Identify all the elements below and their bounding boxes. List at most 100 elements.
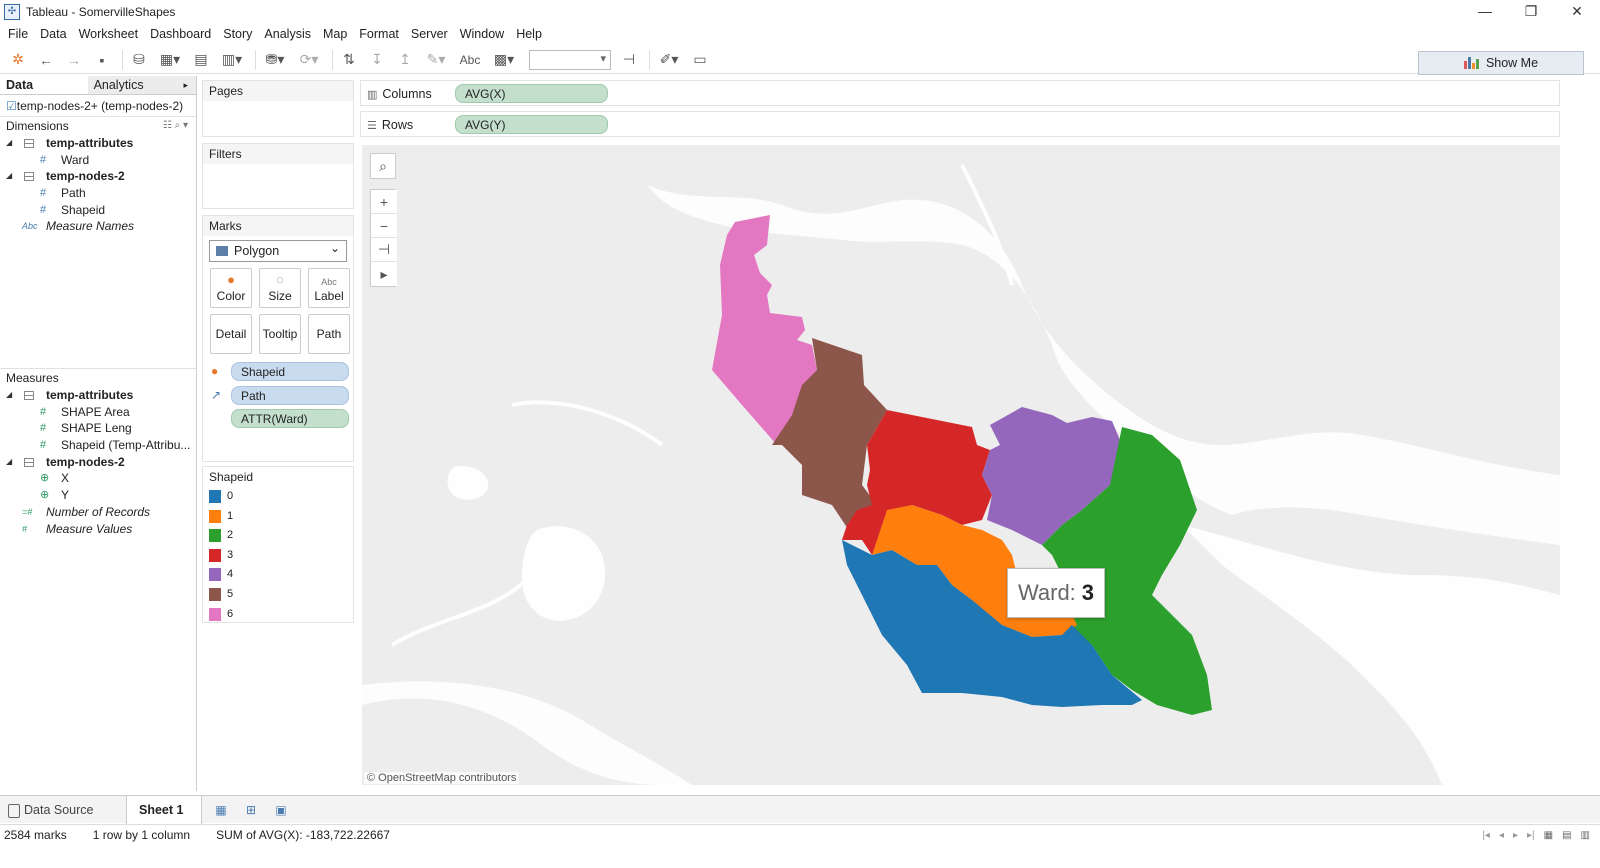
pause-updates-icon[interactable]: ⛃▾ <box>260 49 290 71</box>
dimension-field[interactable]: # Ward <box>0 152 196 169</box>
presentation-mode-icon[interactable]: ▭ <box>688 49 712 71</box>
fix-axes-icon[interactable]: ⊣ <box>617 49 641 71</box>
color-button[interactable]: ● Color <box>210 268 252 308</box>
legend-item[interactable]: 6 <box>203 605 353 625</box>
close-button[interactable]: ✕ <box>1554 0 1600 22</box>
zoom-in-icon[interactable]: + <box>371 190 397 214</box>
avg-y-pill[interactable]: AVG(Y) <box>455 115 608 134</box>
fit-view-icon[interactable]: ▩▾ <box>489 49 519 71</box>
new-worksheet-icon[interactable]: ▦▾ <box>155 49 185 71</box>
expand-tools-icon[interactable]: ▸ <box>371 262 397 286</box>
filters-card[interactable]: Filters <box>202 143 354 209</box>
zoom-out-icon[interactable]: − <box>371 214 397 238</box>
fit-select[interactable] <box>529 49 611 70</box>
refresh-icon[interactable]: ⟳▾ <box>294 49 324 71</box>
clear-sheet-icon[interactable]: ▥▾ <box>217 49 247 71</box>
measure-field[interactable]: # Measure Values <box>0 521 197 538</box>
measure-field[interactable]: =# Number of Records <box>0 504 197 521</box>
pages-card[interactable]: Pages <box>202 80 354 137</box>
tab-data-source[interactable]: Data Source <box>0 796 126 824</box>
save-icon[interactable]: ▪ <box>90 49 114 71</box>
measure-field[interactable]: ⊕ Y <box>0 487 197 504</box>
prev-sheet-icon[interactable]: ◂ <box>1499 830 1504 841</box>
menu-worksheet[interactable]: Worksheet <box>79 27 139 41</box>
legend-item[interactable]: 0 <box>203 487 353 507</box>
map-view[interactable]: ⌕ + − ⊣ ▸ Ward: 3 © OpenStreetMap contri… <box>362 145 1560 785</box>
legend-item[interactable]: 3 <box>203 546 353 566</box>
menu-format[interactable]: Format <box>359 27 399 41</box>
dimension-group[interactable]: ◢ temp-attributes <box>0 135 196 152</box>
sort-descending-icon[interactable]: ↥ <box>393 49 417 71</box>
measure-field[interactable]: ⊕ X <box>0 470 197 487</box>
measure-group[interactable]: ◢ temp-attributes <box>0 387 197 404</box>
next-sheet-icon[interactable]: ▸ <box>1513 830 1518 841</box>
mark-type-select[interactable]: Polygon <box>209 238 347 262</box>
legend-item[interactable]: 1 <box>203 507 353 527</box>
dimension-group[interactable]: ◢ temp-nodes-2 <box>0 168 196 185</box>
menu-map[interactable]: Map <box>323 27 347 41</box>
size-button[interactable]: ◌ Size <box>259 268 301 308</box>
menu-analysis[interactable]: Analysis <box>264 27 311 41</box>
undo-icon[interactable]: ← <box>34 49 58 71</box>
path-pill[interactable]: Path <box>231 385 349 405</box>
redo-icon[interactable]: → <box>62 49 86 71</box>
measure-field[interactable]: # Shapeid (Temp-Attribu... <box>0 437 197 454</box>
dimensions-tools-icon[interactable]: ☷ ⌕ ▾ <box>163 117 188 135</box>
path-button[interactable]: Path <box>308 314 350 354</box>
tableau-logo-icon[interactable]: ✲ <box>6 49 30 71</box>
new-story-icon[interactable]: ▣ <box>270 801 292 819</box>
dimension-field[interactable]: # Path <box>0 185 196 202</box>
legend-item[interactable]: 4 <box>203 565 353 585</box>
menu-file[interactable]: File <box>8 27 28 41</box>
tooltip-button[interactable]: Tooltip <box>259 314 301 354</box>
first-sheet-icon[interactable]: |◂ <box>1482 830 1490 841</box>
menu-story[interactable]: Story <box>223 27 252 41</box>
swap-rows-columns-icon[interactable]: ⇅ <box>337 49 361 71</box>
collapse-triangle-icon[interactable]: ◢ <box>6 454 12 471</box>
map-search-icon[interactable]: ⌕ <box>370 153 396 179</box>
tab-analytics[interactable]: Analytics <box>87 76 196 95</box>
shapeid-pill[interactable]: Shapeid <box>231 362 349 381</box>
attr-ward-pill[interactable]: ATTR(Ward) <box>231 409 349 428</box>
tooltip-toggle-icon[interactable]: ✐▾ <box>654 49 684 71</box>
tab-sheet-1[interactable]: Sheet 1 <box>126 795 202 824</box>
duplicate-sheet-icon[interactable]: ▤ <box>189 49 213 71</box>
data-source-item[interactable]: ☑temp-nodes-2+ (temp-nodes-2) <box>0 95 196 117</box>
collapse-triangle-icon[interactable]: ◢ <box>6 168 12 185</box>
sort-ascending-icon[interactable]: ↧ <box>365 49 389 71</box>
dimension-field[interactable]: # Shapeid <box>0 202 196 219</box>
avg-x-pill[interactable]: AVG(X) <box>455 84 608 103</box>
last-sheet-icon[interactable]: ▸| <box>1527 830 1535 841</box>
collapse-triangle-icon[interactable]: ◢ <box>6 135 12 152</box>
menu-dashboard[interactable]: Dashboard <box>150 27 211 41</box>
menu-window[interactable]: Window <box>460 27 504 41</box>
label-button[interactable]: Abc Label <box>308 268 350 308</box>
show-labels-button[interactable]: Abc <box>455 49 485 71</box>
menu-data[interactable]: Data <box>40 27 66 41</box>
highlight-icon[interactable]: ✎▾ <box>421 49 451 71</box>
show-me-button[interactable]: Show Me <box>1418 51 1584 75</box>
menu-server[interactable]: Server <box>411 27 448 41</box>
rows-shelf[interactable]: ☰ Rows AVG(Y) <box>360 111 1560 137</box>
map-attribution[interactable]: © OpenStreetMap contributors <box>364 772 520 784</box>
new-worksheet-icon[interactable]: ▦ <box>210 801 232 819</box>
tab-data[interactable]: Data <box>0 76 88 94</box>
legend-item[interactable]: 2 <box>203 526 353 546</box>
detail-button[interactable]: Detail <box>210 314 252 354</box>
minimize-button[interactable]: — <box>1462 0 1508 22</box>
measure-field[interactable]: # SHAPE Area <box>0 404 197 421</box>
columns-shelf[interactable]: ▥ Columns AVG(X) <box>360 80 1560 106</box>
show-tabs-icon[interactable]: ▤ <box>1562 830 1571 841</box>
map-canvas[interactable] <box>362 145 1560 785</box>
maximize-button[interactable]: ❐ <box>1508 0 1554 22</box>
show-sheet-sorter-icon[interactable]: ▥ <box>1581 830 1590 841</box>
measure-group[interactable]: ◢ temp-nodes-2 <box>0 454 197 471</box>
menu-help[interactable]: Help <box>516 27 542 41</box>
new-dashboard-icon[interactable]: ⊞ <box>240 801 262 819</box>
dimension-field[interactable]: Abc Measure Names <box>0 218 196 235</box>
pin-map-icon[interactable]: ⊣ <box>371 238 397 262</box>
show-filmstrip-icon[interactable]: ▦ <box>1544 830 1553 841</box>
collapse-triangle-icon[interactable]: ◢ <box>6 387 12 404</box>
legend-item[interactable]: 5 <box>203 585 353 605</box>
measure-field[interactable]: # SHAPE Leng <box>0 420 197 437</box>
